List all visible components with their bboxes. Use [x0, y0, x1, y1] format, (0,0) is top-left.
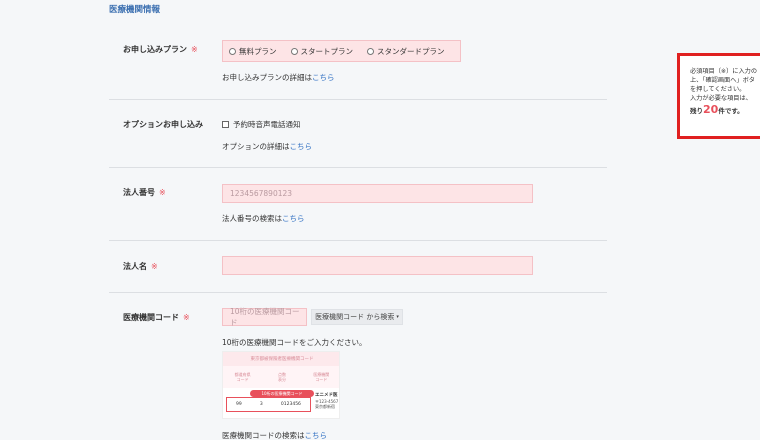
card-side-line1: 〒123-4567 [315, 398, 339, 404]
corp-number-label-text: 法人番号 [123, 188, 155, 197]
radio-icon [229, 47, 236, 55]
remaining-number: 20 [703, 103, 719, 116]
card-value-prefecture: 99 [236, 402, 242, 407]
corp-name-input[interactable] [222, 256, 533, 275]
divider [109, 240, 607, 241]
card-badge: 10桁の医療機関コード [250, 390, 314, 397]
medical-code-instruction: 10桁の医療機関コードをご入力ください。 [222, 338, 367, 347]
option-checkbox-label: 予約時音声電話通知 [233, 120, 301, 129]
corp-number-input[interactable]: 1234567890123 [222, 184, 533, 203]
corp-number-placeholder: 1234567890123 [230, 189, 293, 198]
card-col-prefecture: 都道府県 コード [234, 372, 251, 382]
medical-code-label: 医療機関コード ※ [123, 312, 190, 323]
card-value-points: 3 [259, 402, 263, 407]
card-side-line2: 東京都新宿 [315, 404, 335, 409]
option-details-link[interactable]: こちら [290, 142, 313, 151]
plan-note-text: お申し込みプランの詳細は [222, 73, 312, 82]
corp-number-note-text: 法人番号の検索は [222, 214, 282, 223]
plan-option-label: スタンダードプラン [377, 46, 445, 56]
card-columns: 都道府県 コード 点数 表分 医療機関 コード [223, 366, 339, 388]
medical-code-label-text: 医療機関コード [123, 313, 179, 322]
plan-label-text: お申し込みプラン [123, 45, 187, 54]
card-col-points: 点数 表分 [277, 372, 286, 382]
plan-option-free[interactable]: 無料プラン [229, 46, 277, 57]
radio-icon [367, 47, 374, 55]
checkbox-icon [222, 121, 229, 128]
plan-radio-group: 無料プラン スタートプラン スタンダードプラン [222, 40, 461, 62]
medical-code-search-button[interactable]: 医療機関コード から検索 ▾ [311, 309, 403, 325]
required-mark: ※ [183, 313, 190, 322]
medical-code-input[interactable]: 10桁の医療機関コード [222, 307, 307, 327]
corp-name-value [223, 257, 532, 274]
plan-option-start[interactable]: スタートプラン [290, 46, 354, 57]
radio-icon [290, 47, 298, 55]
corp-name-label-text: 法人名 [123, 262, 147, 271]
required-mark: ※ [191, 45, 198, 54]
divider [109, 167, 607, 168]
corp-number-search-link[interactable]: こちら [282, 214, 305, 223]
required-mark: ※ [159, 188, 166, 197]
divider [109, 292, 607, 293]
card-value-code: 0123456 [280, 402, 301, 407]
card-side-title: エニメド医 [315, 393, 338, 398]
medical-code-note-text: 医療機関コードの検索は [222, 431, 305, 440]
corp-number-label: 法人番号 ※ [123, 187, 166, 198]
option-note-text: オプションの詳細は [222, 142, 290, 151]
notice-line: 入力が必要な項目は、 [690, 95, 752, 102]
card-values: 99 3 0123456 [226, 397, 311, 412]
medical-code-placeholder: 10桁の医療機関コード [230, 307, 300, 327]
corp-name-label: 法人名 ※ [123, 261, 158, 272]
remaining-count: 残り20件です。 [690, 103, 760, 116]
search-button-label: 医療機関コード から検索 [315, 313, 395, 321]
plan-details-link[interactable]: こちら [312, 73, 335, 82]
required-mark: ※ [151, 262, 158, 271]
section-title: 医療機関情報 [109, 5, 161, 15]
medical-code-note: 医療機関コードの検索はこちら [222, 430, 327, 440]
plan-note: お申し込みプランの詳細はこちら [222, 72, 335, 83]
corp-number-note: 法人番号の検索はこちら [222, 213, 305, 224]
option-checkbox[interactable]: 予約時音声電話通知 [222, 119, 301, 130]
remaining-suffix: 件です。 [718, 107, 744, 115]
medical-code-search-link[interactable]: こちら [305, 431, 328, 440]
option-label: オプションお申し込み [123, 120, 203, 129]
chevron-down-icon: ▾ [396, 314, 399, 320]
plan-option-label: 無料プラン [239, 46, 277, 56]
plan-option-standard[interactable]: スタンダードプラン [367, 46, 445, 57]
medical-code-card-illustration: 東京都被保険者医療機関コード 都道府県 コード 点数 表分 医療機関 コード 1… [222, 351, 340, 419]
card-header: 東京都被保険者医療機関コード [223, 352, 339, 366]
plan-label: お申し込みプラン ※ [123, 44, 198, 55]
divider [109, 99, 607, 100]
card-col-code: 医療機関 コード [313, 372, 330, 382]
remaining-prefix: 残り [690, 107, 703, 115]
required-fields-notice: 必須項目（※）に入力の 上、「確認画面へ」ボタ を押してください。 入力が必要な… [677, 53, 760, 139]
option-note: オプションの詳細はこちら [222, 141, 312, 152]
card-side-info: エニメド医 〒123-4567 東京都新宿 [315, 392, 338, 410]
plan-option-label: スタートプラン [300, 46, 354, 56]
